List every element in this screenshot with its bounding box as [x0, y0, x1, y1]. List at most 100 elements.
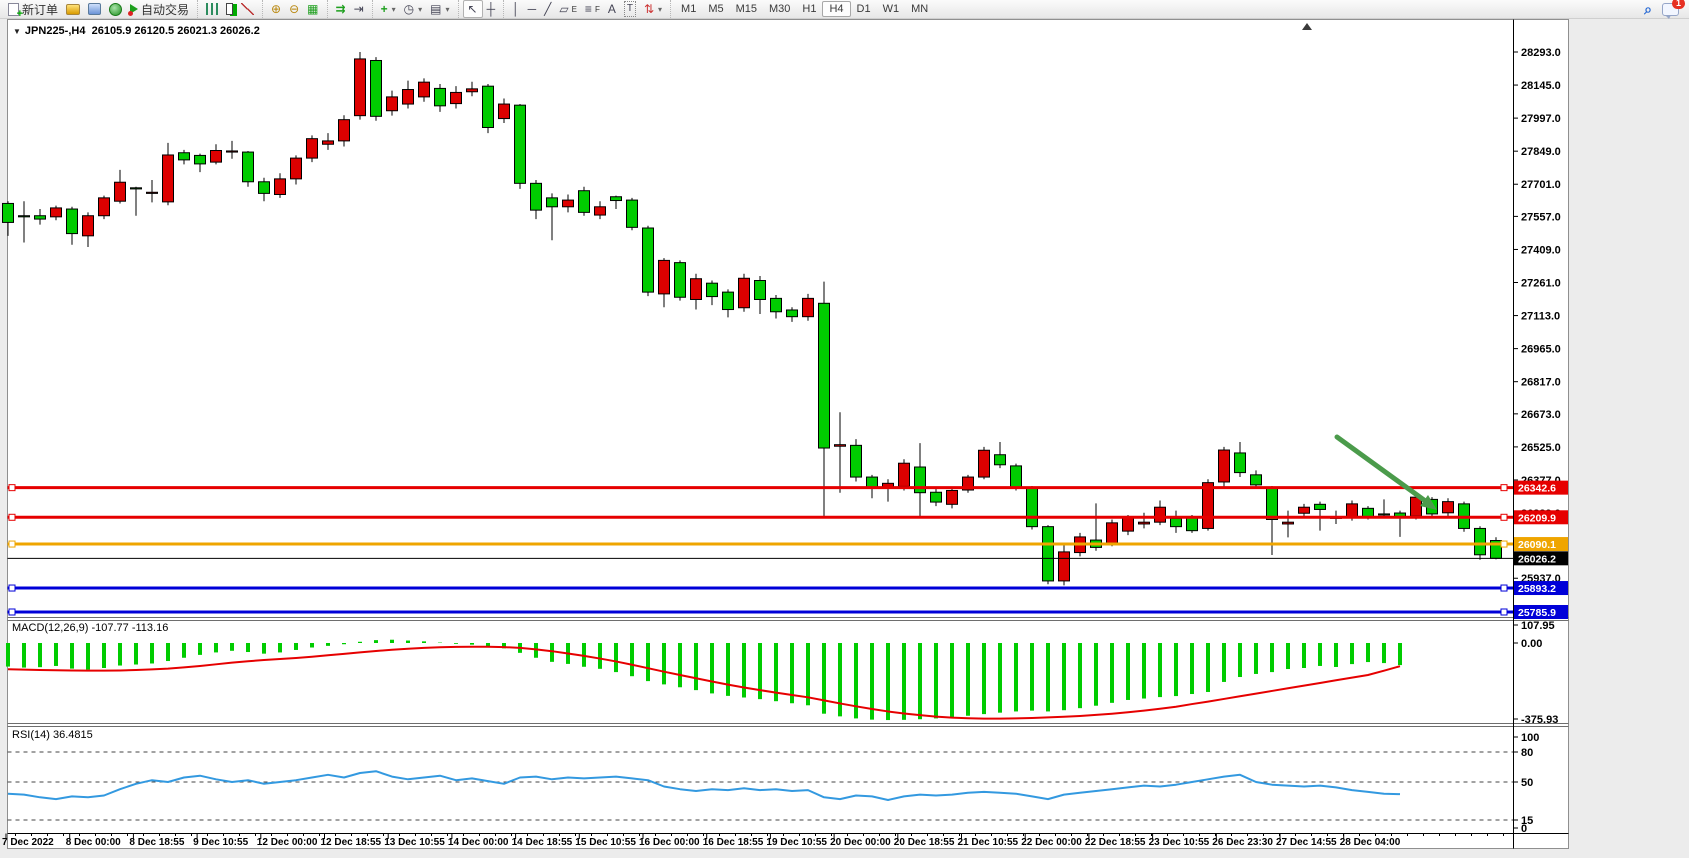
svg-text:26525.0: 26525.0	[1521, 442, 1561, 454]
candle	[99, 196, 110, 219]
macd-bar	[134, 643, 138, 665]
price-tag: 25785.9	[1514, 605, 1568, 619]
macd-bar	[1398, 643, 1402, 665]
macd-bar	[166, 643, 170, 661]
macd-bar	[742, 643, 746, 698]
price-tag: 26026.2	[1514, 551, 1568, 565]
macd-bar	[1334, 643, 1338, 667]
macd-bar	[198, 643, 202, 655]
chart-frame	[8, 20, 1569, 849]
svg-text:25893.2: 25893.2	[1518, 583, 1556, 595]
macd-bar	[1222, 643, 1226, 682]
candle	[1027, 486, 1038, 530]
line-handle[interactable]	[1501, 485, 1507, 491]
date-label: 21 Dec 10:55	[958, 837, 1019, 848]
chart-canvas[interactable]: 28293.028145.027997.027849.027701.027557…	[0, 0, 1689, 858]
date-label: 8 Dec 00:00	[66, 837, 121, 848]
svg-text:0.00: 0.00	[1521, 638, 1542, 650]
svg-text:28293.0: 28293.0	[1521, 47, 1561, 59]
date-label: 12 Dec 18:55	[321, 837, 382, 848]
macd-bar	[838, 643, 842, 716]
price-tag: 26209.9	[1514, 510, 1568, 524]
macd-bar	[70, 643, 74, 669]
macd-bar	[982, 643, 986, 714]
macd-bar	[422, 641, 426, 643]
candle	[627, 198, 638, 230]
macd-bar	[1286, 643, 1290, 669]
svg-text:26026.2: 26026.2	[1518, 553, 1556, 565]
date-label: 28 Dec 04:00	[1340, 837, 1401, 848]
macd-bar	[406, 641, 410, 643]
macd-bar	[918, 643, 922, 719]
line-handle[interactable]	[1501, 514, 1507, 520]
macd-bar	[1206, 643, 1210, 692]
svg-text:26342.6: 26342.6	[1518, 483, 1556, 495]
candle	[1491, 537, 1502, 559]
macd-bar	[662, 643, 666, 684]
line-handle[interactable]	[1501, 585, 1507, 591]
macd-bar	[1350, 643, 1354, 664]
macd-bar	[358, 642, 362, 643]
line-handle[interactable]	[1501, 541, 1507, 547]
macd-bar	[470, 643, 474, 645]
date-label: 14 Dec 18:55	[512, 837, 573, 848]
macd-bar	[294, 643, 298, 650]
line-handle[interactable]	[9, 514, 15, 520]
line-handle[interactable]	[9, 541, 15, 547]
mt4-window: { "toolbar": { "new_order_label": "新订单",…	[0, 0, 1689, 858]
price-tag: 26342.6	[1514, 481, 1568, 495]
macd-bar	[1270, 643, 1274, 672]
candle	[1043, 525, 1054, 584]
candle	[643, 226, 654, 296]
macd-bar	[150, 643, 154, 663]
macd-bar	[614, 643, 618, 672]
date-label: 9 Dec 10:55	[193, 837, 248, 848]
symbol-dropdown-icon[interactable]: ▼	[13, 27, 21, 36]
candle	[515, 104, 526, 189]
date-label: 20 Dec 00:00	[830, 837, 891, 848]
date-label: 23 Dec 10:55	[1149, 837, 1210, 848]
candle	[483, 84, 494, 133]
candle	[803, 294, 814, 321]
macd-bar	[182, 643, 186, 658]
date-label: 16 Dec 18:55	[703, 837, 764, 848]
macd-bar	[822, 643, 826, 714]
chart-ohlc: 26105.9 26120.5 26021.3 26026.2	[92, 25, 260, 37]
macd-bar	[694, 643, 698, 690]
macd-bar	[1142, 643, 1146, 699]
macd-bar	[710, 643, 714, 693]
macd-bar	[86, 643, 90, 670]
chart-title: ▼ JPN225-,H4 26105.9 26120.5 26021.3 2602…	[13, 25, 260, 37]
svg-text:0: 0	[1521, 823, 1527, 835]
svg-text:26673.0: 26673.0	[1521, 409, 1561, 421]
date-label: 27 Dec 14:55	[1276, 837, 1337, 848]
date-label: 22 Dec 18:55	[1085, 837, 1146, 848]
rsi-indicator-label: RSI(14) 36.4815	[12, 729, 93, 741]
date-label: 26 Dec 23:30	[1212, 837, 1273, 848]
macd-bar	[374, 640, 378, 643]
macd-bar	[726, 643, 730, 696]
price-tag: 26090.1	[1514, 537, 1568, 551]
macd-bar	[950, 643, 954, 717]
macd-bar	[1302, 643, 1306, 668]
macd-bar	[1078, 643, 1082, 708]
line-handle[interactable]	[9, 485, 15, 491]
date-label: 16 Dec 00:00	[639, 837, 700, 848]
macd-bar	[1174, 643, 1178, 696]
macd-bar	[806, 643, 810, 705]
chart-symbol-period: JPN225-,H4	[25, 25, 86, 37]
line-handle[interactable]	[9, 585, 15, 591]
date-label: 20 Dec 18:55	[894, 837, 955, 848]
macd-bar	[310, 643, 314, 648]
line-handle[interactable]	[1501, 609, 1507, 615]
line-handle[interactable]	[9, 609, 15, 615]
macd-bar	[1158, 643, 1162, 697]
macd-bar	[646, 643, 650, 681]
svg-text:27113.0: 27113.0	[1521, 311, 1560, 323]
macd-bar	[1126, 643, 1130, 700]
svg-text:50: 50	[1521, 777, 1533, 789]
macd-bar	[54, 643, 58, 666]
svg-text:107.95: 107.95	[1521, 620, 1555, 632]
macd-bar	[230, 643, 234, 651]
macd-bar	[1190, 643, 1194, 694]
